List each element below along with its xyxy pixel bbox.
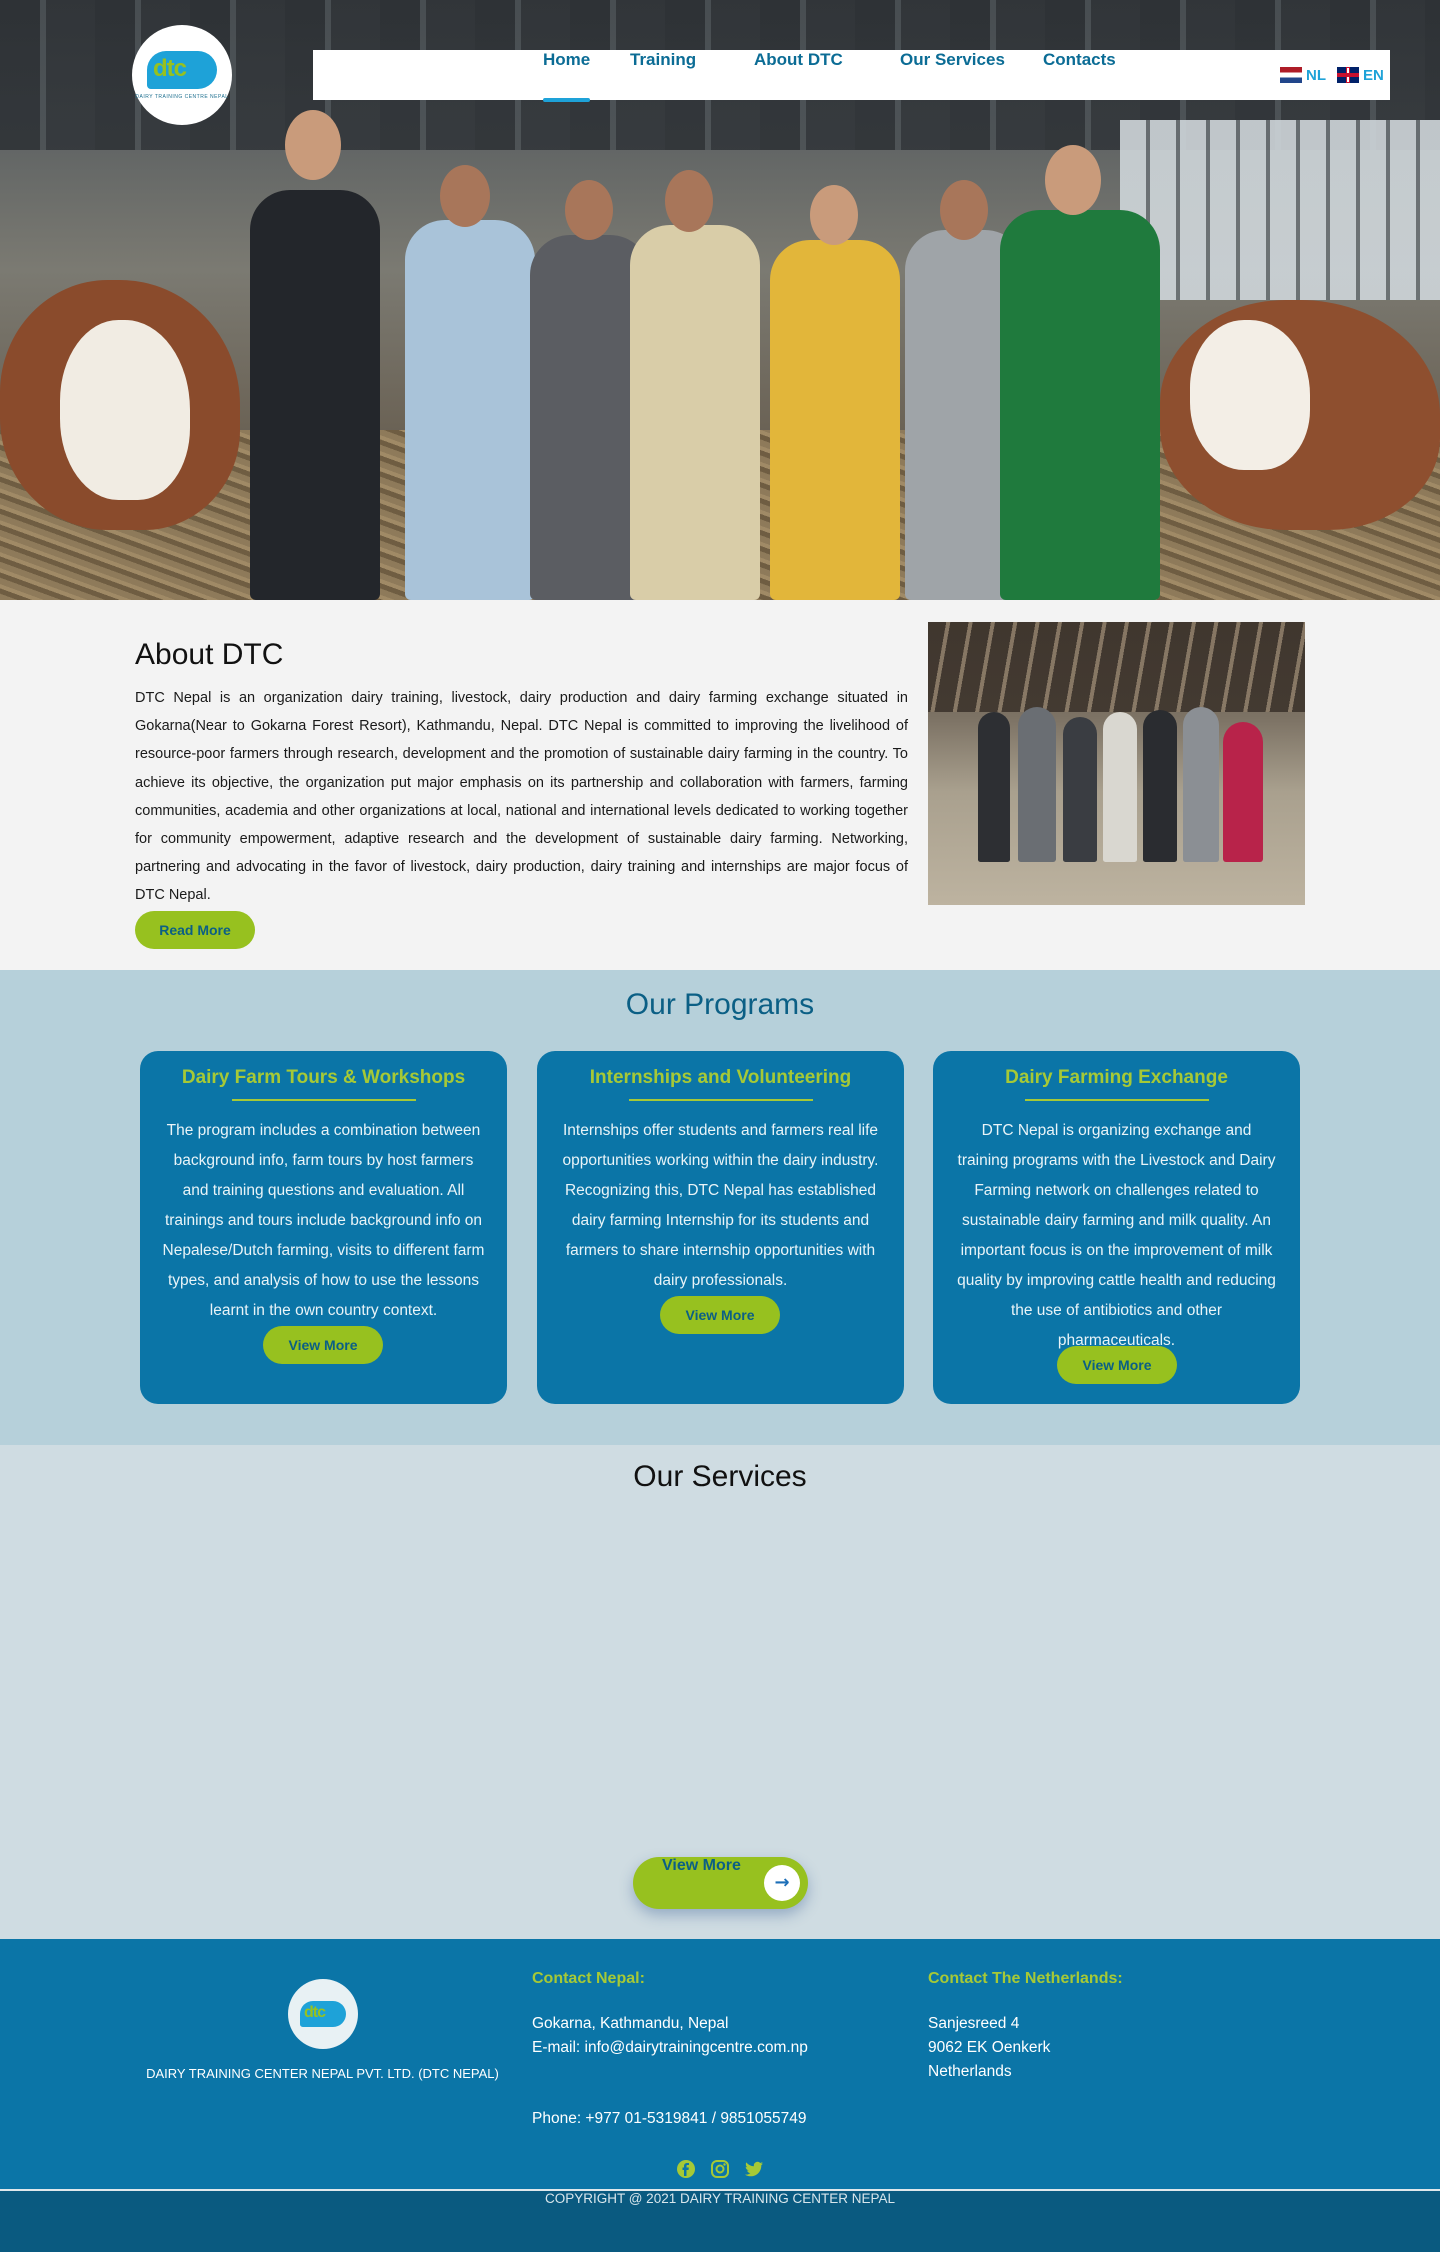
language-en-label: EN bbox=[1363, 66, 1384, 84]
program-card-tours: Dairy Farm Tours & Workshops The program… bbox=[140, 1051, 507, 1404]
person-head bbox=[285, 110, 341, 180]
person bbox=[405, 220, 535, 600]
nav-home[interactable]: Home bbox=[543, 50, 591, 102]
person bbox=[250, 190, 380, 600]
nl-address-line: 9062 EK Oenkerk bbox=[928, 2039, 1051, 2056]
view-more-button[interactable]: View More bbox=[660, 1296, 780, 1334]
language-nl-label: NL bbox=[1306, 66, 1326, 84]
logo-mark: dtc bbox=[300, 2001, 346, 2027]
social-links bbox=[0, 2159, 1440, 2179]
program-card-body: DTC Nepal is organizing exchange and tra… bbox=[957, 1122, 1276, 1349]
program-card-title: Dairy Farming Exchange bbox=[1005, 1067, 1228, 1088]
title-underline bbox=[1024, 1099, 1209, 1101]
footer-company-name: DAIRY TRAINING CENTER NEPAL PVT. LTD. (D… bbox=[146, 2066, 499, 2081]
copyright-text: COPYRIGHT @ 2021 DAIRY TRAINING CENTER N… bbox=[544, 2191, 896, 2206]
language-nl[interactable]: NL bbox=[1280, 50, 1326, 100]
cow-right-face bbox=[1190, 320, 1310, 470]
program-card-title: Dairy Farm Tours & Workshops bbox=[181, 1067, 466, 1088]
barn-window bbox=[1120, 120, 1440, 300]
programs-title: Our Programs bbox=[625, 988, 815, 1021]
program-card-internships: Internships and Volunteering Internships… bbox=[537, 1051, 904, 1404]
person bbox=[1063, 717, 1097, 862]
person bbox=[1000, 210, 1160, 600]
person-head bbox=[810, 185, 858, 245]
contact-netherlands-heading: Contact The Netherlands: bbox=[928, 1970, 1123, 1987]
program-card-body: Internships offer students and farmers r… bbox=[562, 1122, 879, 1289]
nl-address-line: Sanjesreed 4 bbox=[928, 2015, 1020, 2032]
person-head bbox=[1045, 145, 1101, 215]
netherlands-flag-icon bbox=[1280, 67, 1302, 83]
person bbox=[1223, 722, 1263, 862]
nav-about-dtc[interactable]: About DTC bbox=[754, 50, 843, 100]
logo-subtitle: DAIRY TRAINING CENTRE NEPAL bbox=[135, 93, 229, 100]
nepal-address: Gokarna, Kathmandu, Nepal bbox=[532, 2015, 729, 2032]
person bbox=[1018, 707, 1056, 862]
main-nav: Home Training About DTC Our Services Con… bbox=[313, 50, 1390, 102]
about-title: About DTC bbox=[135, 638, 284, 671]
uk-flag-icon bbox=[1337, 67, 1359, 83]
nav-our-services[interactable]: Our Services bbox=[900, 50, 1005, 100]
logo-text: dtc bbox=[304, 2004, 326, 2021]
instagram-icon[interactable] bbox=[710, 2159, 730, 2179]
title-underline bbox=[231, 1099, 416, 1101]
services-view-more-button[interactable]: View More → bbox=[633, 1857, 808, 1909]
program-card-exchange: Dairy Farming Exchange DTC Nepal is orga… bbox=[933, 1051, 1300, 1404]
person-head bbox=[665, 170, 713, 232]
person-head bbox=[940, 180, 988, 240]
about-section: About DTC DTC Nepal is an organization d… bbox=[0, 600, 1440, 970]
copyright-bar: COPYRIGHT @ 2021 DAIRY TRAINING CENTER N… bbox=[0, 2189, 1440, 2252]
person bbox=[978, 712, 1010, 862]
title-underline bbox=[628, 1099, 813, 1101]
services-view-more-label: View More bbox=[662, 1857, 741, 1874]
language-en[interactable]: EN bbox=[1337, 50, 1384, 100]
person-head bbox=[565, 180, 613, 240]
person bbox=[1103, 712, 1137, 862]
contact-nepal-heading: Contact Nepal: bbox=[532, 1970, 645, 1987]
program-card-title: Internships and Volunteering bbox=[589, 1067, 852, 1088]
services-title: Our Services bbox=[633, 1460, 807, 1493]
about-body: DTC Nepal is an organization dairy train… bbox=[135, 690, 908, 904]
program-card-body: The program includes a combination betwe… bbox=[162, 1122, 485, 1319]
person bbox=[1183, 707, 1219, 862]
about-photo bbox=[928, 622, 1305, 905]
nepal-email[interactable]: E-mail: info@dairytrainingcentre.com.np bbox=[532, 2036, 808, 2060]
photo-beams bbox=[928, 622, 1305, 712]
view-more-button[interactable]: View More bbox=[263, 1326, 383, 1364]
twitter-icon[interactable] bbox=[744, 2159, 764, 2179]
person bbox=[630, 225, 760, 600]
nav-contacts[interactable]: Contacts bbox=[1043, 50, 1116, 100]
logo-text: dtc bbox=[153, 54, 187, 82]
facebook-icon[interactable] bbox=[676, 2159, 696, 2179]
programs-section: Our Programs Dairy Farm Tours & Workshop… bbox=[0, 970, 1440, 1445]
arrow-right-icon: → bbox=[764, 1865, 800, 1901]
nl-address-line: Netherlands bbox=[928, 2063, 1012, 2080]
logo-mark: dtc bbox=[147, 50, 217, 89]
read-more-button[interactable]: Read More bbox=[135, 911, 255, 949]
footer: dtc DAIRY TRAINING CENTER NEPAL PVT. LTD… bbox=[0, 1939, 1440, 2189]
footer-logo[interactable]: dtc bbox=[288, 1979, 358, 2049]
services-section: Our Services View More → bbox=[0, 1445, 1440, 1939]
nav-training[interactable]: Training bbox=[630, 50, 696, 100]
view-more-button[interactable]: View More bbox=[1057, 1346, 1177, 1384]
nepal-phone[interactable]: Phone: +977 01-5319841 / 9851055749 bbox=[532, 2107, 807, 2131]
cow-left-face bbox=[60, 320, 190, 500]
site-logo[interactable]: dtc DAIRY TRAINING CENTRE NEPAL bbox=[132, 25, 232, 125]
person-head bbox=[440, 165, 490, 227]
person bbox=[1143, 710, 1177, 862]
hero-banner: dtc DAIRY TRAINING CENTRE NEPAL Home Tra… bbox=[0, 0, 1440, 600]
person bbox=[770, 240, 900, 600]
